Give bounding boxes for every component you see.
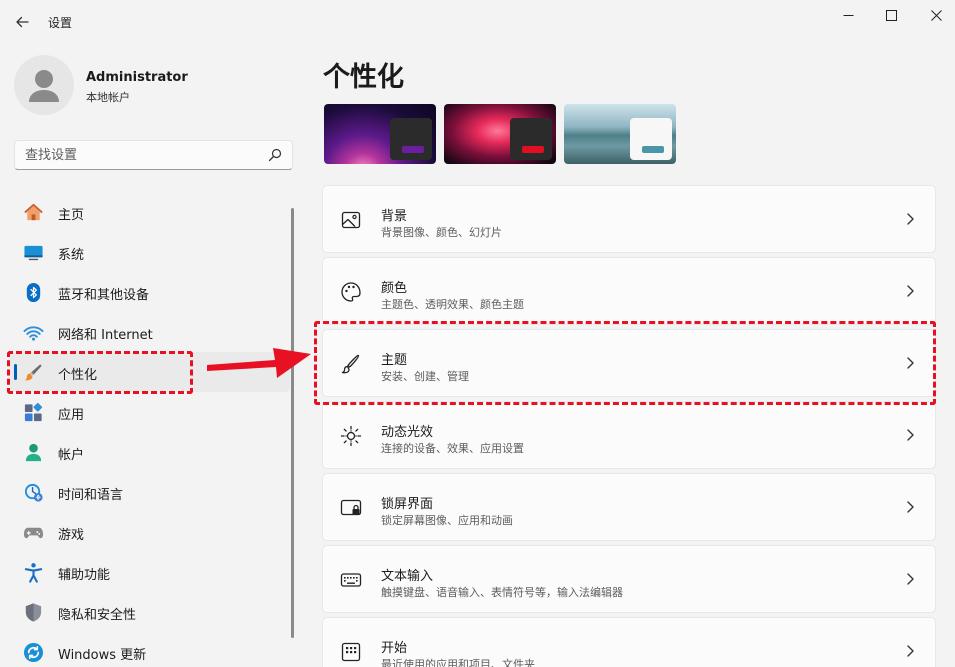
avatar xyxy=(14,55,74,115)
close-icon xyxy=(930,9,942,21)
sidebar-item-label: Windows 更新 xyxy=(58,648,147,663)
setting-description: 触摸键盘、语音输入、表情符号等，输入法编辑器 xyxy=(381,586,623,599)
close-button[interactable] xyxy=(916,4,955,26)
setting-card-colors[interactable]: 颜色 主题色、透明效果、颜色主题 xyxy=(322,257,936,325)
minimize-icon xyxy=(843,14,853,16)
setting-description: 连接的设备、效果、应用设置 xyxy=(381,442,524,455)
maximize-icon xyxy=(885,9,897,21)
accessibility-icon xyxy=(24,563,43,583)
theme-window-preview xyxy=(510,118,552,160)
minimize-button[interactable] xyxy=(828,4,868,26)
user-profile[interactable]: Administrator 本地帐户 xyxy=(14,55,294,115)
setting-title: 动态光效 xyxy=(381,425,434,440)
title-bar: 设置 xyxy=(0,0,955,44)
sidebar-scrollbar[interactable] xyxy=(291,208,294,638)
sidebar-item-home[interactable]: 主页 xyxy=(10,192,290,232)
annotation-arrow-icon xyxy=(207,348,311,378)
app-title: 设置 xyxy=(48,16,73,30)
shield-icon xyxy=(25,603,42,622)
theme-window-preview xyxy=(630,118,672,160)
theme-window-preview xyxy=(390,118,432,160)
maximize-button[interactable] xyxy=(871,4,911,26)
gamepad-icon xyxy=(23,527,44,539)
theme-thumbnail[interactable] xyxy=(444,104,556,164)
sidebar-item-label: 应用 xyxy=(58,408,85,423)
sidebar-item-label: 系统 xyxy=(58,248,85,263)
setting-title: 开始 xyxy=(381,641,408,656)
sidebar-item-label: 时间和语言 xyxy=(58,488,124,503)
account-type: 本地帐户 xyxy=(86,91,130,104)
chevron-right-icon xyxy=(907,285,914,297)
dynamic-lighting-icon xyxy=(340,425,362,447)
highlight-box-sidebar xyxy=(7,351,193,394)
search-input[interactable] xyxy=(25,141,265,169)
keyboard-icon xyxy=(340,573,362,587)
chevron-right-icon xyxy=(907,429,914,441)
back-button[interactable] xyxy=(8,8,36,36)
sidebar-item-accounts[interactable]: 帐户 xyxy=(10,432,290,472)
sidebar-item-label: 游戏 xyxy=(58,528,85,543)
sidebar-item-apps[interactable]: 应用 xyxy=(10,392,290,432)
settings-list: 背景 背景图像、颜色、幻灯片 颜色 主题色、透明效果、颜色主题 主题 安装、创建… xyxy=(322,185,936,667)
sidebar-item-time-language[interactable]: 时间和语言 xyxy=(10,472,290,512)
sidebar-nav: 主页 系统 蓝牙和其他设备 网络和 Internet 个性化 应用 帐户 时间和… xyxy=(10,192,290,667)
back-arrow-icon xyxy=(16,16,29,28)
sidebar-item-label: 网络和 Internet xyxy=(58,328,153,343)
setting-card-text-input[interactable]: 文本输入 触摸键盘、语音输入、表情符号等，输入法编辑器 xyxy=(322,545,936,613)
home-icon xyxy=(24,203,43,221)
apps-icon xyxy=(24,402,43,422)
lock-screen-icon xyxy=(340,499,362,516)
setting-card-lock-screen[interactable]: 锁屏界面 锁定屏幕图像、应用和动画 xyxy=(322,473,936,541)
sidebar-item-label: 隐私和安全性 xyxy=(58,608,137,623)
chevron-right-icon xyxy=(907,501,914,513)
theme-accent-swatch xyxy=(402,146,424,153)
setting-card-start[interactable]: 开始 最近使用的应用和项目、文件夹 xyxy=(322,617,936,667)
setting-description: 锁定屏幕图像、应用和动画 xyxy=(381,514,513,527)
sidebar-item-label: 蓝牙和其他设备 xyxy=(58,288,150,303)
setting-card-dynamic-lighting[interactable]: 动态光效 连接的设备、效果、应用设置 xyxy=(322,401,936,469)
setting-description: 背景图像、颜色、幻灯片 xyxy=(381,226,502,239)
sidebar-item-windows-update[interactable]: Windows 更新 xyxy=(10,632,290,667)
theme-thumbnail[interactable] xyxy=(564,104,676,164)
search-icon xyxy=(268,148,282,162)
start-icon xyxy=(341,642,361,662)
sidebar-item-label: 辅助功能 xyxy=(58,568,111,583)
setting-description: 主题色、透明效果、颜色主题 xyxy=(381,298,524,311)
image-icon xyxy=(341,211,361,229)
windows-update-icon xyxy=(23,642,44,663)
user-avatar-icon xyxy=(29,70,59,102)
setting-title: 颜色 xyxy=(381,281,408,296)
sidebar-item-gaming[interactable]: 游戏 xyxy=(10,512,290,552)
palette-icon xyxy=(341,282,361,302)
chevron-right-icon xyxy=(907,213,914,225)
theme-thumbnail[interactable] xyxy=(324,104,436,164)
wifi-icon xyxy=(23,326,44,341)
bluetooth-icon xyxy=(26,282,41,303)
setting-title: 背景 xyxy=(381,209,408,224)
sidebar-item-system[interactable]: 系统 xyxy=(10,232,290,272)
setting-title: 文本输入 xyxy=(381,569,434,584)
sidebar-item-privacy[interactable]: 隐私和安全性 xyxy=(10,592,290,632)
account-icon xyxy=(25,443,42,462)
sidebar-item-label: 主页 xyxy=(58,208,85,223)
sidebar-item-bluetooth[interactable]: 蓝牙和其他设备 xyxy=(10,272,290,312)
sidebar-item-accessibility[interactable]: 辅助功能 xyxy=(10,552,290,592)
setting-description: 最近使用的应用和项目、文件夹 xyxy=(381,658,535,667)
setting-card-background[interactable]: 背景 背景图像、颜色、幻灯片 xyxy=(322,185,936,253)
chevron-right-icon xyxy=(907,573,914,585)
user-name: Administrator xyxy=(86,70,188,85)
setting-title: 锁屏界面 xyxy=(381,497,434,512)
theme-accent-swatch xyxy=(642,146,664,153)
search-box[interactable] xyxy=(14,140,293,170)
time-language-icon xyxy=(24,483,43,502)
theme-accent-swatch xyxy=(522,146,544,153)
highlight-box-themes xyxy=(314,321,936,405)
system-icon xyxy=(24,245,43,261)
sidebar-item-label: 帐户 xyxy=(58,448,85,463)
page-title: 个性化 xyxy=(323,62,404,93)
chevron-right-icon xyxy=(907,645,914,657)
